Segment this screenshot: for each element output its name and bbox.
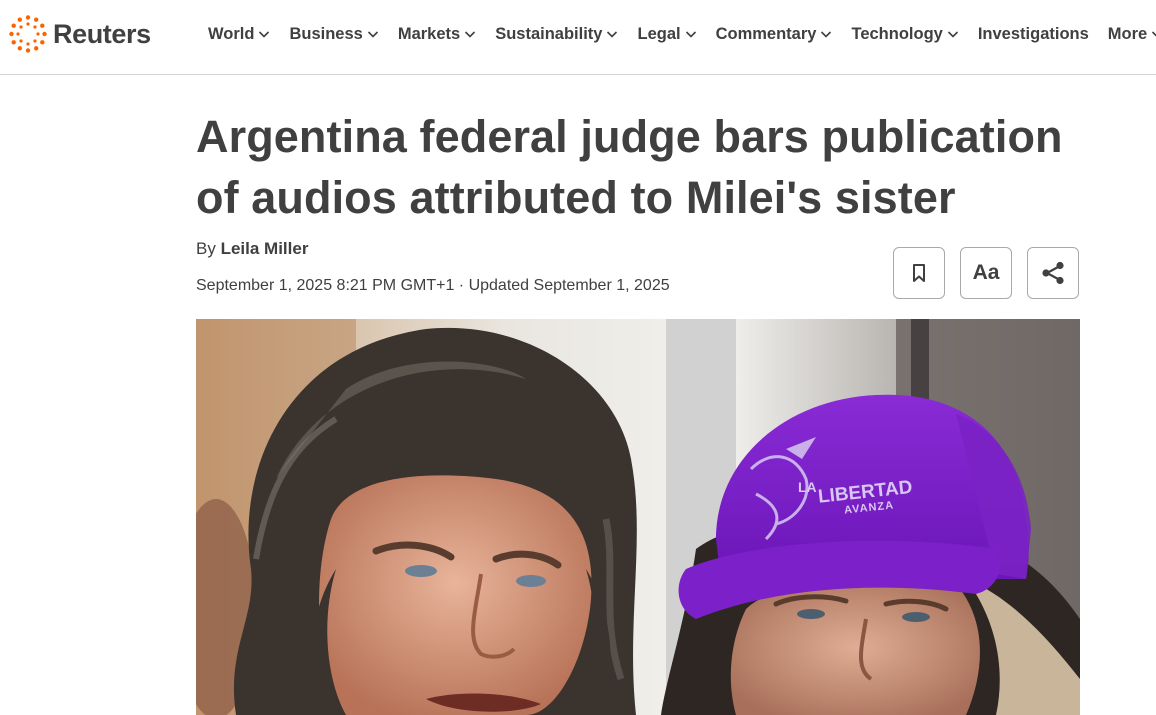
nav-label: Legal — [637, 24, 681, 43]
text-size-icon: Aa — [972, 261, 1000, 284]
article-headline: Argentina federal judge bars publication… — [196, 106, 1096, 228]
author-link[interactable]: Leila Miller — [221, 239, 309, 258]
nav-label: Markets — [397, 24, 461, 43]
nav-item-more[interactable]: More — [1108, 25, 1156, 44]
bookmark-icon — [913, 264, 925, 282]
nav-item-world[interactable]: World — [208, 25, 270, 44]
nav-item-commentary[interactable]: Commentary — [716, 25, 833, 44]
nav-label: More — [1107, 24, 1148, 43]
nav-label: Technology — [851, 24, 943, 43]
article-dateline: September 1, 2025 8:21 PM GMT+1 · Update… — [196, 277, 670, 294]
chevron-down-icon — [1152, 31, 1156, 37]
headline-line-2: of audios attributed to Milei's sister — [196, 172, 956, 223]
nav-label: Business — [289, 24, 363, 43]
hero-photo-illustration — [196, 319, 1080, 715]
nav-item-markets[interactable]: Markets — [398, 25, 476, 44]
nav-item-technology[interactable]: Technology — [851, 25, 958, 44]
hero-photo[interactable]: LA LIBERTAD AVANZA — [196, 319, 1080, 715]
nav-item-legal[interactable]: Legal — [637, 25, 696, 44]
nav-label: Sustainability — [495, 24, 603, 43]
bookmark-button[interactable] — [893, 247, 945, 299]
chevron-down-icon — [947, 31, 958, 38]
nav-label: World — [208, 24, 255, 43]
chevron-down-icon — [367, 31, 378, 38]
chevron-down-icon — [465, 31, 476, 38]
reuters-logo-icon — [9, 15, 47, 53]
nav-label: Investigations — [977, 24, 1089, 43]
nav-item-sustainability[interactable]: Sustainability — [495, 25, 618, 44]
nav-item-business[interactable]: Business — [289, 25, 378, 44]
article-tools: Aa — [893, 247, 1079, 299]
text-size-button[interactable]: Aa — [960, 247, 1012, 299]
share-button[interactable] — [1027, 247, 1079, 299]
nav-item-investigations[interactable]: Investigations — [978, 25, 1089, 44]
nav-label: Commentary — [715, 24, 817, 43]
brand-name: Reuters — [53, 18, 151, 49]
share-icon — [1042, 261, 1064, 285]
chevron-down-icon — [259, 31, 270, 38]
chevron-down-icon — [607, 31, 618, 38]
byline-prefix: By — [196, 239, 216, 258]
headline-line-1: Argentina federal judge bars publication — [196, 111, 1063, 162]
main-nav: World Business Markets Sustainability Le… — [208, 22, 1156, 46]
byline: By Leila Miller — [196, 239, 308, 259]
reuters-logo[interactable]: Reuters — [8, 14, 151, 54]
site-header: Reuters World Business Markets Sustainab… — [0, 0, 1156, 75]
chevron-down-icon — [821, 31, 832, 38]
chevron-down-icon — [685, 31, 696, 38]
